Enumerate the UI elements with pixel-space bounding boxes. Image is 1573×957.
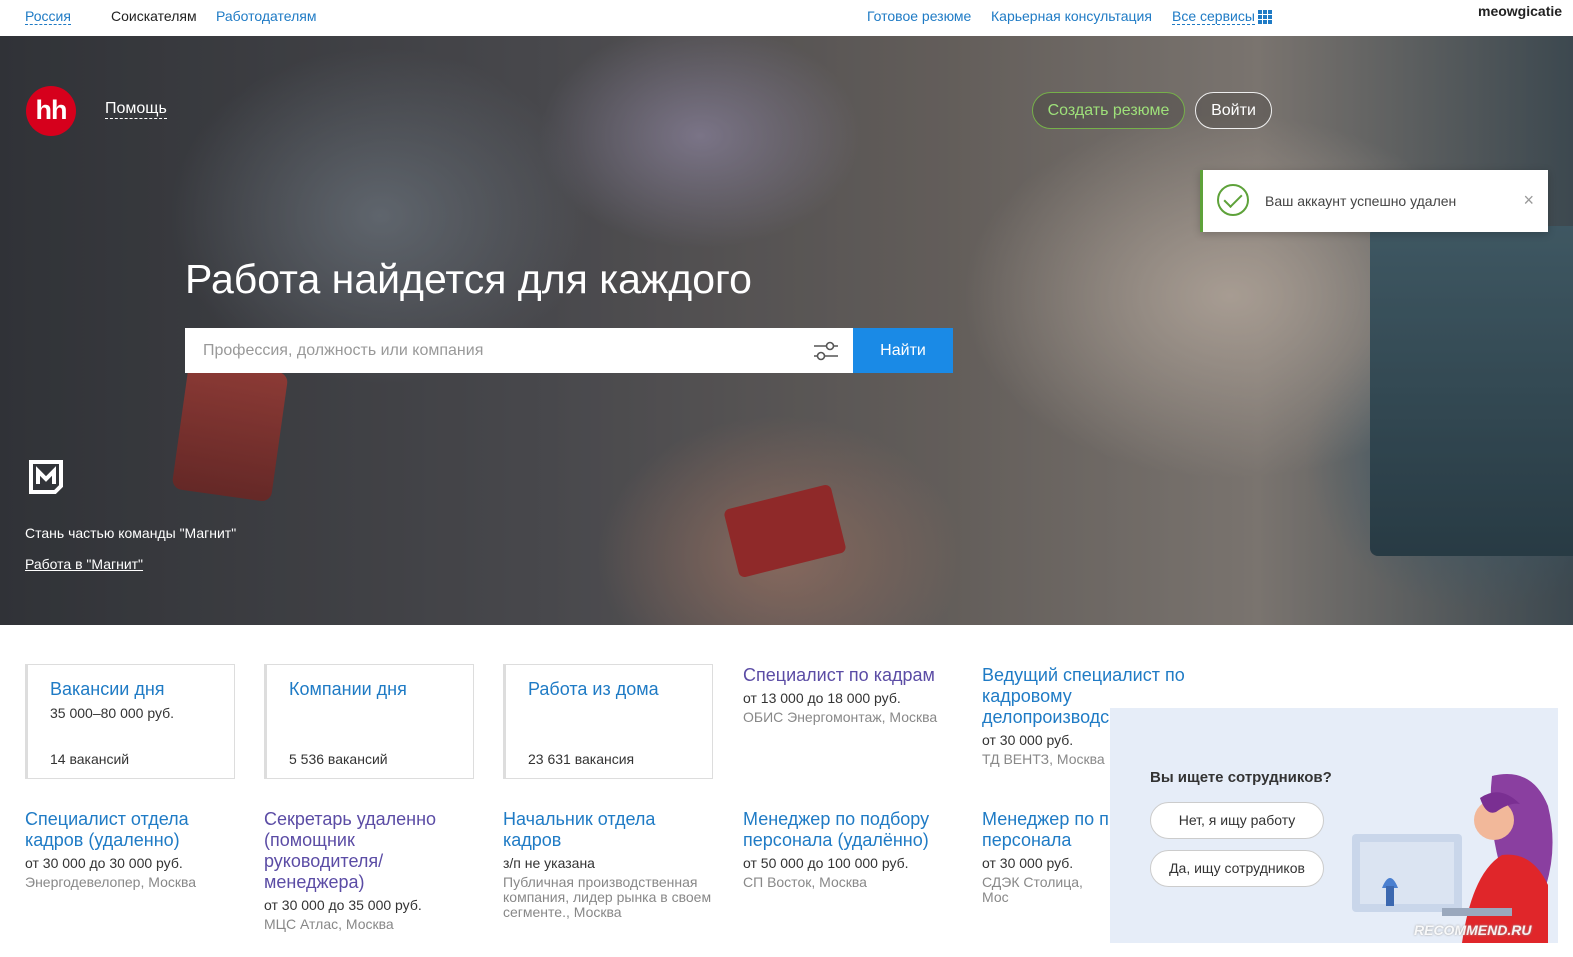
career-consultation-link[interactable]: Карьерная консультация [991,8,1152,24]
search-input[interactable] [185,328,805,373]
magnit-logo-icon [29,460,63,494]
success-toast: Ваш аккаунт успешно удален × [1200,170,1548,232]
search-button[interactable]: Найти [853,328,953,373]
create-resume-button[interactable]: Создать резюме [1032,92,1185,129]
no-seeking-job-button[interactable]: Нет, я ищу работу [1150,802,1324,839]
help-link[interactable]: Помощь [105,100,167,119]
employers-link[interactable]: Работодателям [216,8,317,24]
vacancy-card: Начальник отдела кадров з/п не указана П… [503,809,718,920]
tile-count: 23 631 вакансия [528,751,635,767]
vacancy-title[interactable]: Специалист по кадрам [743,665,963,686]
vacancy-card: Специалист по кадрам от 13 000 до 18 000… [743,665,963,725]
search-bar [185,328,853,373]
region-link[interactable]: Россия [25,8,71,25]
top-nav: Россия Соискателям Работодателям Готовое… [0,0,1573,36]
vacancy-card: Секретарь удаленно (помощник руководител… [264,809,464,932]
tile-title: Работа из дома [528,679,659,699]
promo-link[interactable]: Работа в "Магнит" [25,556,143,572]
vacancy-salary: от 50 000 до 100 000 руб. [743,855,909,871]
hh-logo[interactable]: hh [26,86,76,136]
tile-companies-of-day[interactable]: Компании дня 5 536 вакансий [264,664,474,779]
tile-vacancies-of-day[interactable]: Вакансии дня 35 000–80 000 руб. 14 вакан… [25,664,235,779]
vacancy-title[interactable]: Менеджер по п персонала [982,809,1110,851]
seekers-link[interactable]: Соискателям [111,8,197,24]
username[interactable]: meowgicatie [1478,3,1562,19]
vacancy-salary: от 13 000 до 18 000 руб. [743,690,901,706]
vacancy-company[interactable]: ОБИС Энергомонтаж, Москва [743,710,963,725]
tile-salary: 35 000–80 000 руб. [50,705,175,721]
hero-banner: hh Помощь Создать резюме Войти Ваш аккау… [0,36,1573,625]
filters-icon[interactable] [813,340,839,362]
yes-seeking-employees-button[interactable]: Да, ищу сотрудников [1150,850,1324,887]
ready-resume-link[interactable]: Готовое резюме [867,8,971,24]
checkmark-icon [1217,184,1249,216]
vacancy-card: Менеджер по подбору персонала (удалённо)… [743,809,958,890]
vacancy-card: Менеджер по п персонала от 30 000 руб. С… [982,809,1110,905]
vacancy-company[interactable]: Энергодевелопер, Москва [25,875,225,890]
vacancy-company[interactable]: СДЭК Столица, Мос [982,875,1110,905]
vacancy-company[interactable]: СП Восток, Москва [743,875,958,890]
vacancy-salary: от 30 000 руб. [982,855,1074,871]
tile-title: Компании дня [289,679,407,699]
vacancy-title[interactable]: Менеджер по подбору персонала (удалённо) [743,809,958,851]
services-grid-icon[interactable] [1258,10,1272,24]
popup-question: Вы ищете сотрудников? [1150,769,1332,786]
all-services-link[interactable]: Все сервисы [1172,8,1255,25]
vacancy-salary: от 30 000 до 35 000 руб. [264,897,422,913]
woman-at-laptop-illustration [1352,774,1553,943]
tile-title: Вакансии дня [50,679,165,699]
vacancy-salary: от 30 000 до 30 000 руб. [25,855,183,871]
tile-work-from-home[interactable]: Работа из дома 23 631 вакансия [503,664,713,779]
vacancy-title[interactable]: Секретарь удаленно (помощник руководител… [264,809,464,893]
vacancy-title[interactable]: Начальник отдела кадров [503,809,718,851]
vacancy-title[interactable]: Специалист отдела кадров (удаленно) [25,809,225,851]
watermark: RECOMMEND.RU [1414,922,1532,938]
promo-text: Стань частью команды "Магнит" [25,525,237,541]
tile-count: 5 536 вакансий [289,751,388,767]
employer-question-popup: Вы ищете сотрудников? Нет, я ищу работу … [1110,708,1558,943]
vacancy-company[interactable]: Публичная производственная компания, лид… [503,875,718,920]
tile-count: 14 вакансий [50,751,130,767]
login-button[interactable]: Войти [1195,92,1272,129]
vacancy-salary: з/п не указана [503,855,595,871]
close-icon[interactable]: × [1523,190,1534,211]
vacancy-card: Специалист отдела кадров (удаленно) от 3… [25,809,225,890]
page-title: Работа найдется для каждого [185,256,752,302]
toast-message: Ваш аккаунт успешно удален [1265,193,1457,209]
vacancy-company[interactable]: МЦС Атлас, Москва [264,917,464,932]
